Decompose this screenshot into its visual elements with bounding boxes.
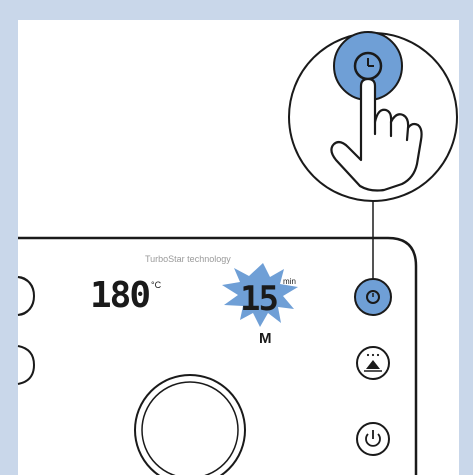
power-button[interactable]: [356, 422, 390, 456]
temperature-unit: °C: [151, 280, 162, 290]
preset-button[interactable]: [356, 346, 390, 380]
timer-display: 15: [240, 279, 277, 319]
timer-unit: min: [283, 277, 296, 286]
diagram-canvas: TurboStar technology 180 °C 15 min M: [17, 20, 459, 475]
mode-letter: M: [259, 330, 272, 347]
timer-button[interactable]: [354, 278, 392, 316]
brand-text: TurboStar technology: [145, 254, 231, 264]
temperature-display: 180: [90, 275, 149, 316]
